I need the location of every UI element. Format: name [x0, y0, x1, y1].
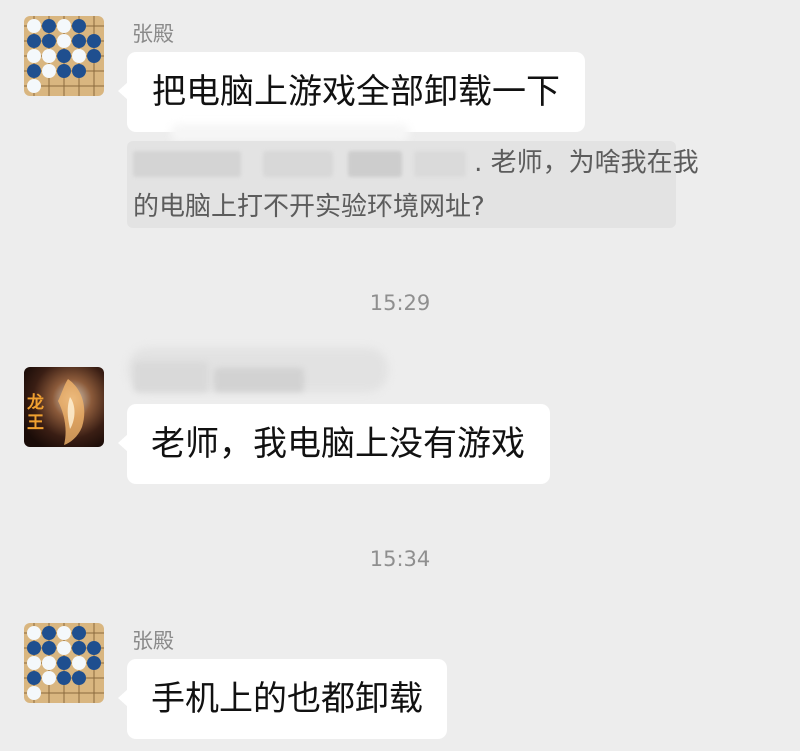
sender-name: 张殿	[132, 22, 174, 46]
quoted-text: 的电脑上打不开实验环境网址?	[133, 192, 485, 222]
quoted-line-1: . 老师，为啥我在我	[133, 141, 699, 185]
sender-avatar[interactable]: 龙王	[24, 367, 104, 447]
message-bubble[interactable]: 手机上的也都卸载	[118, 659, 447, 739]
message-bubble[interactable]: 把电脑上游戏全部卸载一下	[118, 52, 585, 132]
message-text: 把电脑上游戏全部卸载一下	[152, 72, 560, 112]
message-bubble[interactable]: 老师，我电脑上没有游戏	[118, 404, 550, 484]
sender-avatar[interactable]	[24, 623, 104, 703]
timestamp: 15:29	[369, 291, 431, 315]
quoted-text: . 老师，为啥我在我	[474, 148, 699, 178]
redacted-block	[347, 150, 402, 177]
sender-avatar[interactable]	[24, 16, 104, 96]
redaction-smudge	[170, 124, 410, 142]
redacted-block	[263, 150, 334, 177]
redacted-block	[134, 362, 208, 392]
redacted-block	[214, 368, 304, 392]
message-text: 手机上的也都卸载	[151, 679, 423, 719]
redacted-block	[413, 150, 466, 177]
sender-name: 张殿	[132, 629, 174, 653]
redacted-block	[133, 150, 241, 177]
go-board-avatar-icon	[24, 623, 104, 703]
timestamp: 15:34	[369, 547, 431, 571]
go-board-avatar-icon	[24, 16, 104, 96]
quoted-message[interactable]: . 老师，为啥我在我 的电脑上打不开实验环境网址?	[127, 141, 699, 228]
avatar-caption: 龙王	[27, 393, 44, 433]
message-text: 老师，我电脑上没有游戏	[151, 424, 525, 464]
